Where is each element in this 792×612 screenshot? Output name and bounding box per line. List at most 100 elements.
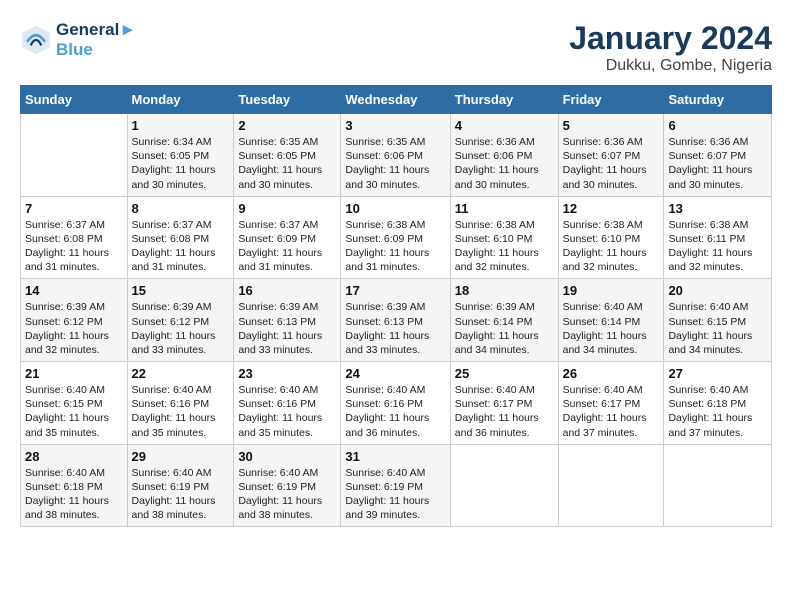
calendar-cell: 28 Sunrise: 6:40 AMSunset: 6:18 PMDayligh… [21,444,128,527]
day-info: Sunrise: 6:40 AMSunset: 6:17 PMDaylight:… [455,383,554,440]
day-number: 2 [238,118,336,133]
day-number: 28 [25,449,123,464]
calendar-cell: 21 Sunrise: 6:40 AMSunset: 6:15 PMDayligh… [21,362,128,445]
day-number: 21 [25,366,123,381]
calendar-cell: 17 Sunrise: 6:39 AMSunset: 6:13 PMDayligh… [341,279,450,362]
day-info: Sunrise: 6:38 AMSunset: 6:11 PMDaylight:… [668,218,767,275]
day-number: 11 [455,201,554,216]
day-info: Sunrise: 6:40 AMSunset: 6:18 PMDaylight:… [668,383,767,440]
title-block: January 2024 Dukku, Gombe, Nigeria [569,20,772,75]
day-number: 15 [132,283,230,298]
day-info: Sunrise: 6:40 AMSunset: 6:18 PMDaylight:… [25,466,123,523]
day-number: 3 [345,118,445,133]
calendar-cell: 26 Sunrise: 6:40 AMSunset: 6:17 PMDayligh… [558,362,664,445]
col-header-monday: Monday [127,86,234,114]
day-number: 9 [238,201,336,216]
day-info: Sunrise: 6:37 AMSunset: 6:09 PMDaylight:… [238,218,336,275]
day-info: Sunrise: 6:40 AMSunset: 6:17 PMDaylight:… [563,383,660,440]
calendar-cell: 29 Sunrise: 6:40 AMSunset: 6:19 PMDayligh… [127,444,234,527]
day-info: Sunrise: 6:40 AMSunset: 6:14 PMDaylight:… [563,300,660,357]
day-info: Sunrise: 6:40 AMSunset: 6:19 PMDaylight:… [132,466,230,523]
calendar-cell: 3 Sunrise: 6:35 AMSunset: 6:06 PMDaylight… [341,114,450,197]
col-header-sunday: Sunday [21,86,128,114]
calendar-cell [558,444,664,527]
calendar-cell: 18 Sunrise: 6:39 AMSunset: 6:14 PMDayligh… [450,279,558,362]
logo-text: General► Blue [56,20,136,60]
day-info: Sunrise: 6:38 AMSunset: 6:10 PMDaylight:… [455,218,554,275]
col-header-thursday: Thursday [450,86,558,114]
day-info: Sunrise: 6:35 AMSunset: 6:05 PMDaylight:… [238,135,336,192]
day-number: 26 [563,366,660,381]
day-info: Sunrise: 6:40 AMSunset: 6:19 PMDaylight:… [345,466,445,523]
calendar-cell: 31 Sunrise: 6:40 AMSunset: 6:19 PMDayligh… [341,444,450,527]
calendar-cell: 4 Sunrise: 6:36 AMSunset: 6:06 PMDaylight… [450,114,558,197]
day-number: 27 [668,366,767,381]
day-info: Sunrise: 6:39 AMSunset: 6:14 PMDaylight:… [455,300,554,357]
calendar-cell: 15 Sunrise: 6:39 AMSunset: 6:12 PMDayligh… [127,279,234,362]
col-header-tuesday: Tuesday [234,86,341,114]
day-number: 1 [132,118,230,133]
calendar-cell: 25 Sunrise: 6:40 AMSunset: 6:17 PMDayligh… [450,362,558,445]
day-info: Sunrise: 6:40 AMSunset: 6:16 PMDaylight:… [345,383,445,440]
calendar-cell [21,114,128,197]
day-number: 29 [132,449,230,464]
day-number: 19 [563,283,660,298]
logo: General► Blue [20,20,136,60]
day-number: 17 [345,283,445,298]
location: Dukku, Gombe, Nigeria [569,57,772,75]
day-info: Sunrise: 6:36 AMSunset: 6:06 PMDaylight:… [455,135,554,192]
day-number: 25 [455,366,554,381]
day-number: 14 [25,283,123,298]
calendar-cell: 20 Sunrise: 6:40 AMSunset: 6:15 PMDayligh… [664,279,772,362]
calendar-cell [664,444,772,527]
day-number: 10 [345,201,445,216]
day-number: 13 [668,201,767,216]
day-number: 30 [238,449,336,464]
day-number: 4 [455,118,554,133]
day-info: Sunrise: 6:40 AMSunset: 6:16 PMDaylight:… [238,383,336,440]
day-number: 5 [563,118,660,133]
calendar-cell [450,444,558,527]
day-number: 24 [345,366,445,381]
day-number: 23 [238,366,336,381]
calendar-cell: 14Sunrise: 6:39 AMSunset: 6:12 PMDayligh… [21,279,128,362]
col-header-wednesday: Wednesday [341,86,450,114]
day-info: Sunrise: 6:35 AMSunset: 6:06 PMDaylight:… [345,135,445,192]
calendar-cell: 23 Sunrise: 6:40 AMSunset: 6:16 PMDayligh… [234,362,341,445]
month-year: January 2024 [569,20,772,57]
day-info: Sunrise: 6:38 AMSunset: 6:09 PMDaylight:… [345,218,445,275]
calendar-cell: 13 Sunrise: 6:38 AMSunset: 6:11 PMDayligh… [664,196,772,279]
day-info: Sunrise: 6:40 AMSunset: 6:15 PMDaylight:… [25,383,123,440]
day-info: Sunrise: 6:39 AMSunset: 6:12 PMDaylight:… [132,300,230,357]
day-info: Sunrise: 6:38 AMSunset: 6:10 PMDaylight:… [563,218,660,275]
day-info: Sunrise: 6:39 AMSunset: 6:13 PMDaylight:… [345,300,445,357]
day-number: 7 [25,201,123,216]
day-info: Sunrise: 6:36 AMSunset: 6:07 PMDaylight:… [668,135,767,192]
day-number: 31 [345,449,445,464]
calendar-cell: 11 Sunrise: 6:38 AMSunset: 6:10 PMDayligh… [450,196,558,279]
calendar-cell: 30 Sunrise: 6:40 AMSunset: 6:19 PMDayligh… [234,444,341,527]
day-number: 20 [668,283,767,298]
calendar-cell: 9 Sunrise: 6:37 AMSunset: 6:09 PMDaylight… [234,196,341,279]
calendar-cell: 10 Sunrise: 6:38 AMSunset: 6:09 PMDayligh… [341,196,450,279]
calendar-cell: 16Sunrise: 6:39 AMSunset: 6:13 PMDayligh… [234,279,341,362]
day-info: Sunrise: 6:36 AMSunset: 6:07 PMDaylight:… [563,135,660,192]
calendar-cell: 12Sunrise: 6:38 AMSunset: 6:10 PMDayligh… [558,196,664,279]
col-header-saturday: Saturday [664,86,772,114]
day-info: Sunrise: 6:37 AMSunset: 6:08 PMDaylight:… [25,218,123,275]
day-info: Sunrise: 6:39 AMSunset: 6:13 PMDaylight:… [238,300,336,357]
page-header: General► Blue January 2024 Dukku, Gombe,… [20,20,772,75]
day-info: Sunrise: 6:37 AMSunset: 6:08 PMDaylight:… [132,218,230,275]
calendar-cell: 7 Sunrise: 6:37 AMSunset: 6:08 PMDaylight… [21,196,128,279]
calendar-cell: 8 Sunrise: 6:37 AMSunset: 6:08 PMDaylight… [127,196,234,279]
day-number: 22 [132,366,230,381]
day-number: 8 [132,201,230,216]
day-number: 18 [455,283,554,298]
logo-icon [20,24,52,56]
calendar-cell: 1Sunrise: 6:34 AMSunset: 6:05 PMDaylight… [127,114,234,197]
calendar-cell: 5 Sunrise: 6:36 AMSunset: 6:07 PMDaylight… [558,114,664,197]
day-info: Sunrise: 6:40 AMSunset: 6:15 PMDaylight:… [668,300,767,357]
col-header-friday: Friday [558,86,664,114]
calendar-cell: 2 Sunrise: 6:35 AMSunset: 6:05 PMDaylight… [234,114,341,197]
day-info: Sunrise: 6:40 AMSunset: 6:19 PMDaylight:… [238,466,336,523]
